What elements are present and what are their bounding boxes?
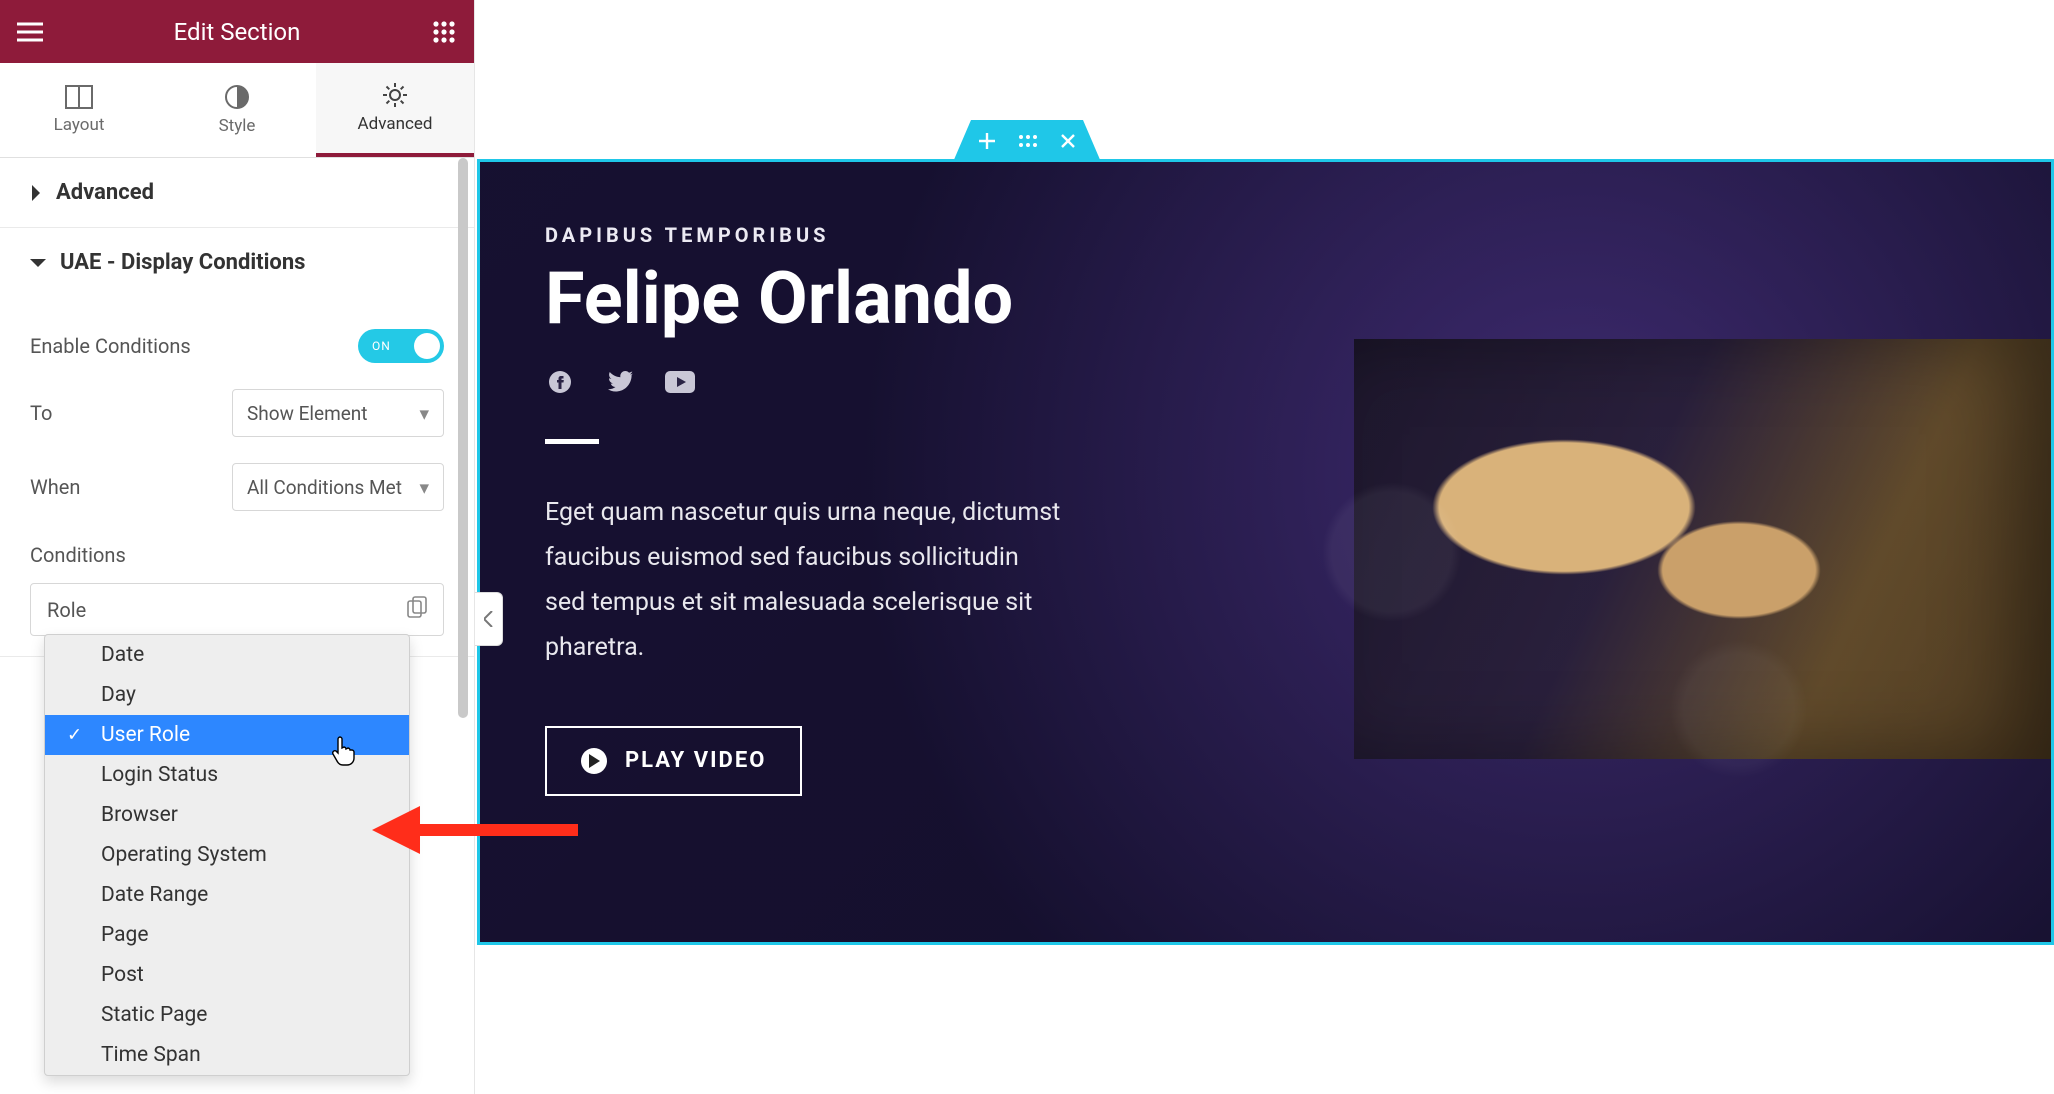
toggle-enable-conditions[interactable]: ON — [358, 329, 444, 363]
dropdown-option[interactable]: Static Page — [45, 995, 409, 1035]
style-icon — [224, 84, 250, 110]
dropdown-option[interactable]: Login Status — [45, 755, 409, 795]
row-enable-conditions: Enable Conditions ON — [30, 329, 444, 363]
apps-icon[interactable] — [414, 21, 474, 43]
dropdown-option[interactable]: Date Range — [45, 875, 409, 915]
hero-content: DAPIBUS TEMPORIBUS Felipe Orlando Eget q… — [545, 223, 1245, 796]
select-value: All Conditions Met — [247, 476, 402, 499]
collapse-panel-button[interactable] — [475, 592, 503, 646]
facebook-icon[interactable] — [545, 367, 575, 397]
label-when: When — [30, 475, 232, 499]
hero-image — [1354, 339, 2054, 759]
dropdown-option[interactable]: Day — [45, 675, 409, 715]
hero-paragraph: Eget quam nascetur quis urna neque, dict… — [545, 490, 1065, 670]
toggle-knob — [414, 333, 440, 359]
add-section-icon[interactable] — [978, 132, 996, 150]
gear-icon — [382, 82, 408, 108]
condition-header[interactable]: Role — [31, 584, 443, 635]
hero-socials — [545, 367, 1245, 397]
dropdown-option[interactable]: Operating System — [45, 835, 409, 875]
accordion-display-conditions: UAE - Display Conditions Enable Conditio… — [0, 228, 474, 657]
row-when: When All Conditions Met ▾ — [30, 463, 444, 511]
tab-style[interactable]: Style — [158, 63, 316, 157]
toggle-state-text: ON — [372, 339, 391, 353]
youtube-icon[interactable] — [665, 367, 695, 397]
dropdown-option[interactable]: Browser — [45, 795, 409, 835]
tab-layout[interactable]: Layout — [0, 63, 158, 157]
condition-type-dropdown[interactable]: DateDayUser RoleLogin StatusBrowserOpera… — [44, 634, 410, 1076]
tab-label: Advanced — [358, 114, 433, 134]
hero-title: Felipe Orlando — [545, 261, 1245, 337]
tab-advanced[interactable]: Advanced — [316, 63, 474, 157]
dropdown-option[interactable]: User Role — [45, 715, 409, 755]
play-icon — [581, 748, 607, 774]
play-video-button[interactable]: PLAY VIDEO — [545, 726, 802, 796]
accordion-title: UAE - Display Conditions — [60, 250, 305, 275]
accordion-header[interactable]: Advanced — [0, 158, 474, 227]
label-to: To — [30, 401, 232, 425]
tab-label: Layout — [54, 115, 105, 135]
scrollbar-vertical[interactable] — [458, 158, 468, 1094]
panel-tabs: Layout Style Advanced — [0, 63, 474, 158]
row-to: To Show Element ▾ — [30, 389, 444, 437]
accordion-header[interactable]: UAE - Display Conditions — [0, 228, 474, 297]
dropdown-option[interactable]: Page — [45, 915, 409, 955]
accordion-advanced: Advanced — [0, 158, 474, 228]
twitter-icon[interactable] — [605, 367, 635, 397]
caret-down-icon — [30, 257, 46, 269]
chevron-down-icon: ▾ — [419, 402, 429, 425]
accordion-title: Advanced — [56, 180, 154, 205]
dropdown-option[interactable]: Time Span — [45, 1035, 409, 1075]
dropdown-option[interactable]: Date — [45, 635, 409, 675]
condition-type-value: Role — [47, 598, 86, 622]
chevron-down-icon: ▾ — [419, 476, 429, 499]
section-handle — [953, 120, 1101, 162]
tab-label: Style — [219, 116, 256, 136]
dropdown-option[interactable]: Post — [45, 955, 409, 995]
drag-section-icon[interactable] — [1018, 134, 1038, 148]
panel-title: Edit Section — [60, 18, 414, 46]
select-value: Show Element — [247, 402, 368, 425]
select-to[interactable]: Show Element ▾ — [232, 389, 444, 437]
hero-divider — [545, 439, 599, 444]
condition-item: Role — [30, 583, 444, 636]
label-conditions: Conditions — [30, 543, 444, 567]
caret-right-icon — [30, 185, 42, 201]
play-video-label: PLAY VIDEO — [625, 748, 766, 773]
panel-header: Edit Section — [0, 0, 474, 63]
menu-icon[interactable] — [0, 22, 60, 42]
layout-icon — [65, 85, 93, 109]
scrollbar-thumb[interactable] — [458, 158, 468, 718]
accordion-body: Enable Conditions ON To Show Element ▾ — [0, 297, 474, 656]
select-when[interactable]: All Conditions Met ▾ — [232, 463, 444, 511]
label-enable-conditions: Enable Conditions — [30, 334, 358, 358]
hero-eyebrow: DAPIBUS TEMPORIBUS — [545, 223, 1245, 247]
delete-section-icon[interactable] — [1060, 133, 1076, 149]
hero-section[interactable]: DAPIBUS TEMPORIBUS Felipe Orlando Eget q… — [477, 159, 2054, 945]
duplicate-icon[interactable] — [407, 596, 427, 623]
